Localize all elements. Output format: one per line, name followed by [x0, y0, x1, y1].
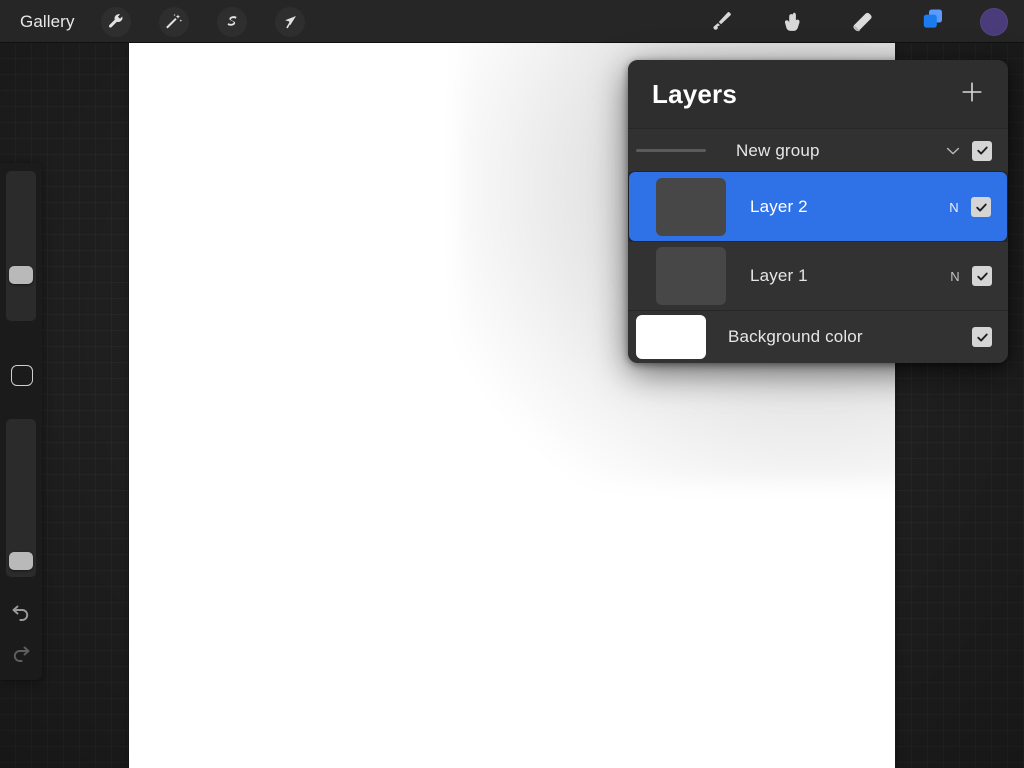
paint-button[interactable] [704, 7, 738, 37]
layer-blend-mode[interactable]: N [943, 200, 965, 215]
background-visibility-checkbox[interactable] [972, 327, 992, 347]
layers-button[interactable] [916, 7, 950, 37]
layers-panel-title: Layers [652, 78, 738, 109]
brush-size-slider-knob[interactable] [9, 266, 33, 284]
brush-size-slider[interactable] [6, 171, 36, 321]
modify-button[interactable] [11, 365, 33, 386]
gallery-button[interactable]: Gallery [0, 8, 87, 36]
smudge-button[interactable] [774, 7, 808, 37]
eraser-button[interactable] [844, 7, 878, 37]
layer-visibility-checkbox[interactable] [971, 197, 991, 217]
chevron-down-icon[interactable] [940, 138, 966, 164]
adjustments-button[interactable] [158, 6, 189, 37]
undo-button[interactable] [9, 600, 33, 624]
adjustments-magic-wand-icon [164, 12, 183, 31]
group-collapsed-indicator [636, 149, 706, 152]
layers-panel: Layers New group Layer 2 N Layer 1 N Bac… [628, 60, 1008, 363]
layer-thumbnail[interactable] [656, 247, 726, 305]
actions-wrench-icon [107, 13, 125, 31]
actions-wrench-button[interactable] [100, 6, 131, 37]
selection-button[interactable] [216, 6, 247, 37]
procreate-app-window: Gallery Layers New group Layer 2 N Layer… [0, 0, 1024, 768]
layer-group-name: New group [736, 140, 820, 160]
layer-name: Layer 1 [750, 266, 808, 285]
layers-panel-header: Layers [628, 60, 1008, 128]
eraser-icon [848, 9, 874, 35]
color-swatch[interactable] [980, 7, 1008, 36]
background-color-row[interactable]: Background color [628, 310, 1008, 363]
smudge-finger-icon [778, 9, 804, 35]
plus-icon [960, 80, 984, 109]
undo-arrow-icon [9, 605, 33, 628]
redo-arrow-icon [9, 646, 33, 669]
layers-icon [920, 6, 946, 37]
layer-group-row[interactable]: New group [628, 128, 1008, 172]
layer-visibility-checkbox[interactable] [972, 266, 992, 286]
transform-arrow-icon [281, 13, 299, 31]
selection-s-curve-icon [223, 13, 241, 31]
layer-thumbnail[interactable] [656, 178, 726, 236]
transform-button[interactable] [274, 6, 305, 37]
brush-opacity-slider[interactable] [6, 419, 36, 577]
left-sidebar [0, 163, 42, 680]
top-toolbar: Gallery [0, 0, 1024, 43]
layer-name: Layer 2 [750, 197, 808, 216]
layer-blend-mode[interactable]: N [944, 269, 966, 284]
background-color-label: Background color [728, 327, 863, 346]
layer-row[interactable]: Layer 1 N [628, 241, 1008, 310]
layer-visibility-checkbox[interactable] [972, 140, 992, 161]
layer-row[interactable]: Layer 2 N [629, 172, 1007, 241]
redo-button[interactable] [9, 641, 33, 665]
brush-opacity-slider-knob[interactable] [9, 552, 33, 570]
background-color-thumbnail[interactable] [636, 315, 706, 359]
add-layer-button[interactable] [958, 80, 986, 108]
paint-brush-icon [708, 9, 734, 35]
